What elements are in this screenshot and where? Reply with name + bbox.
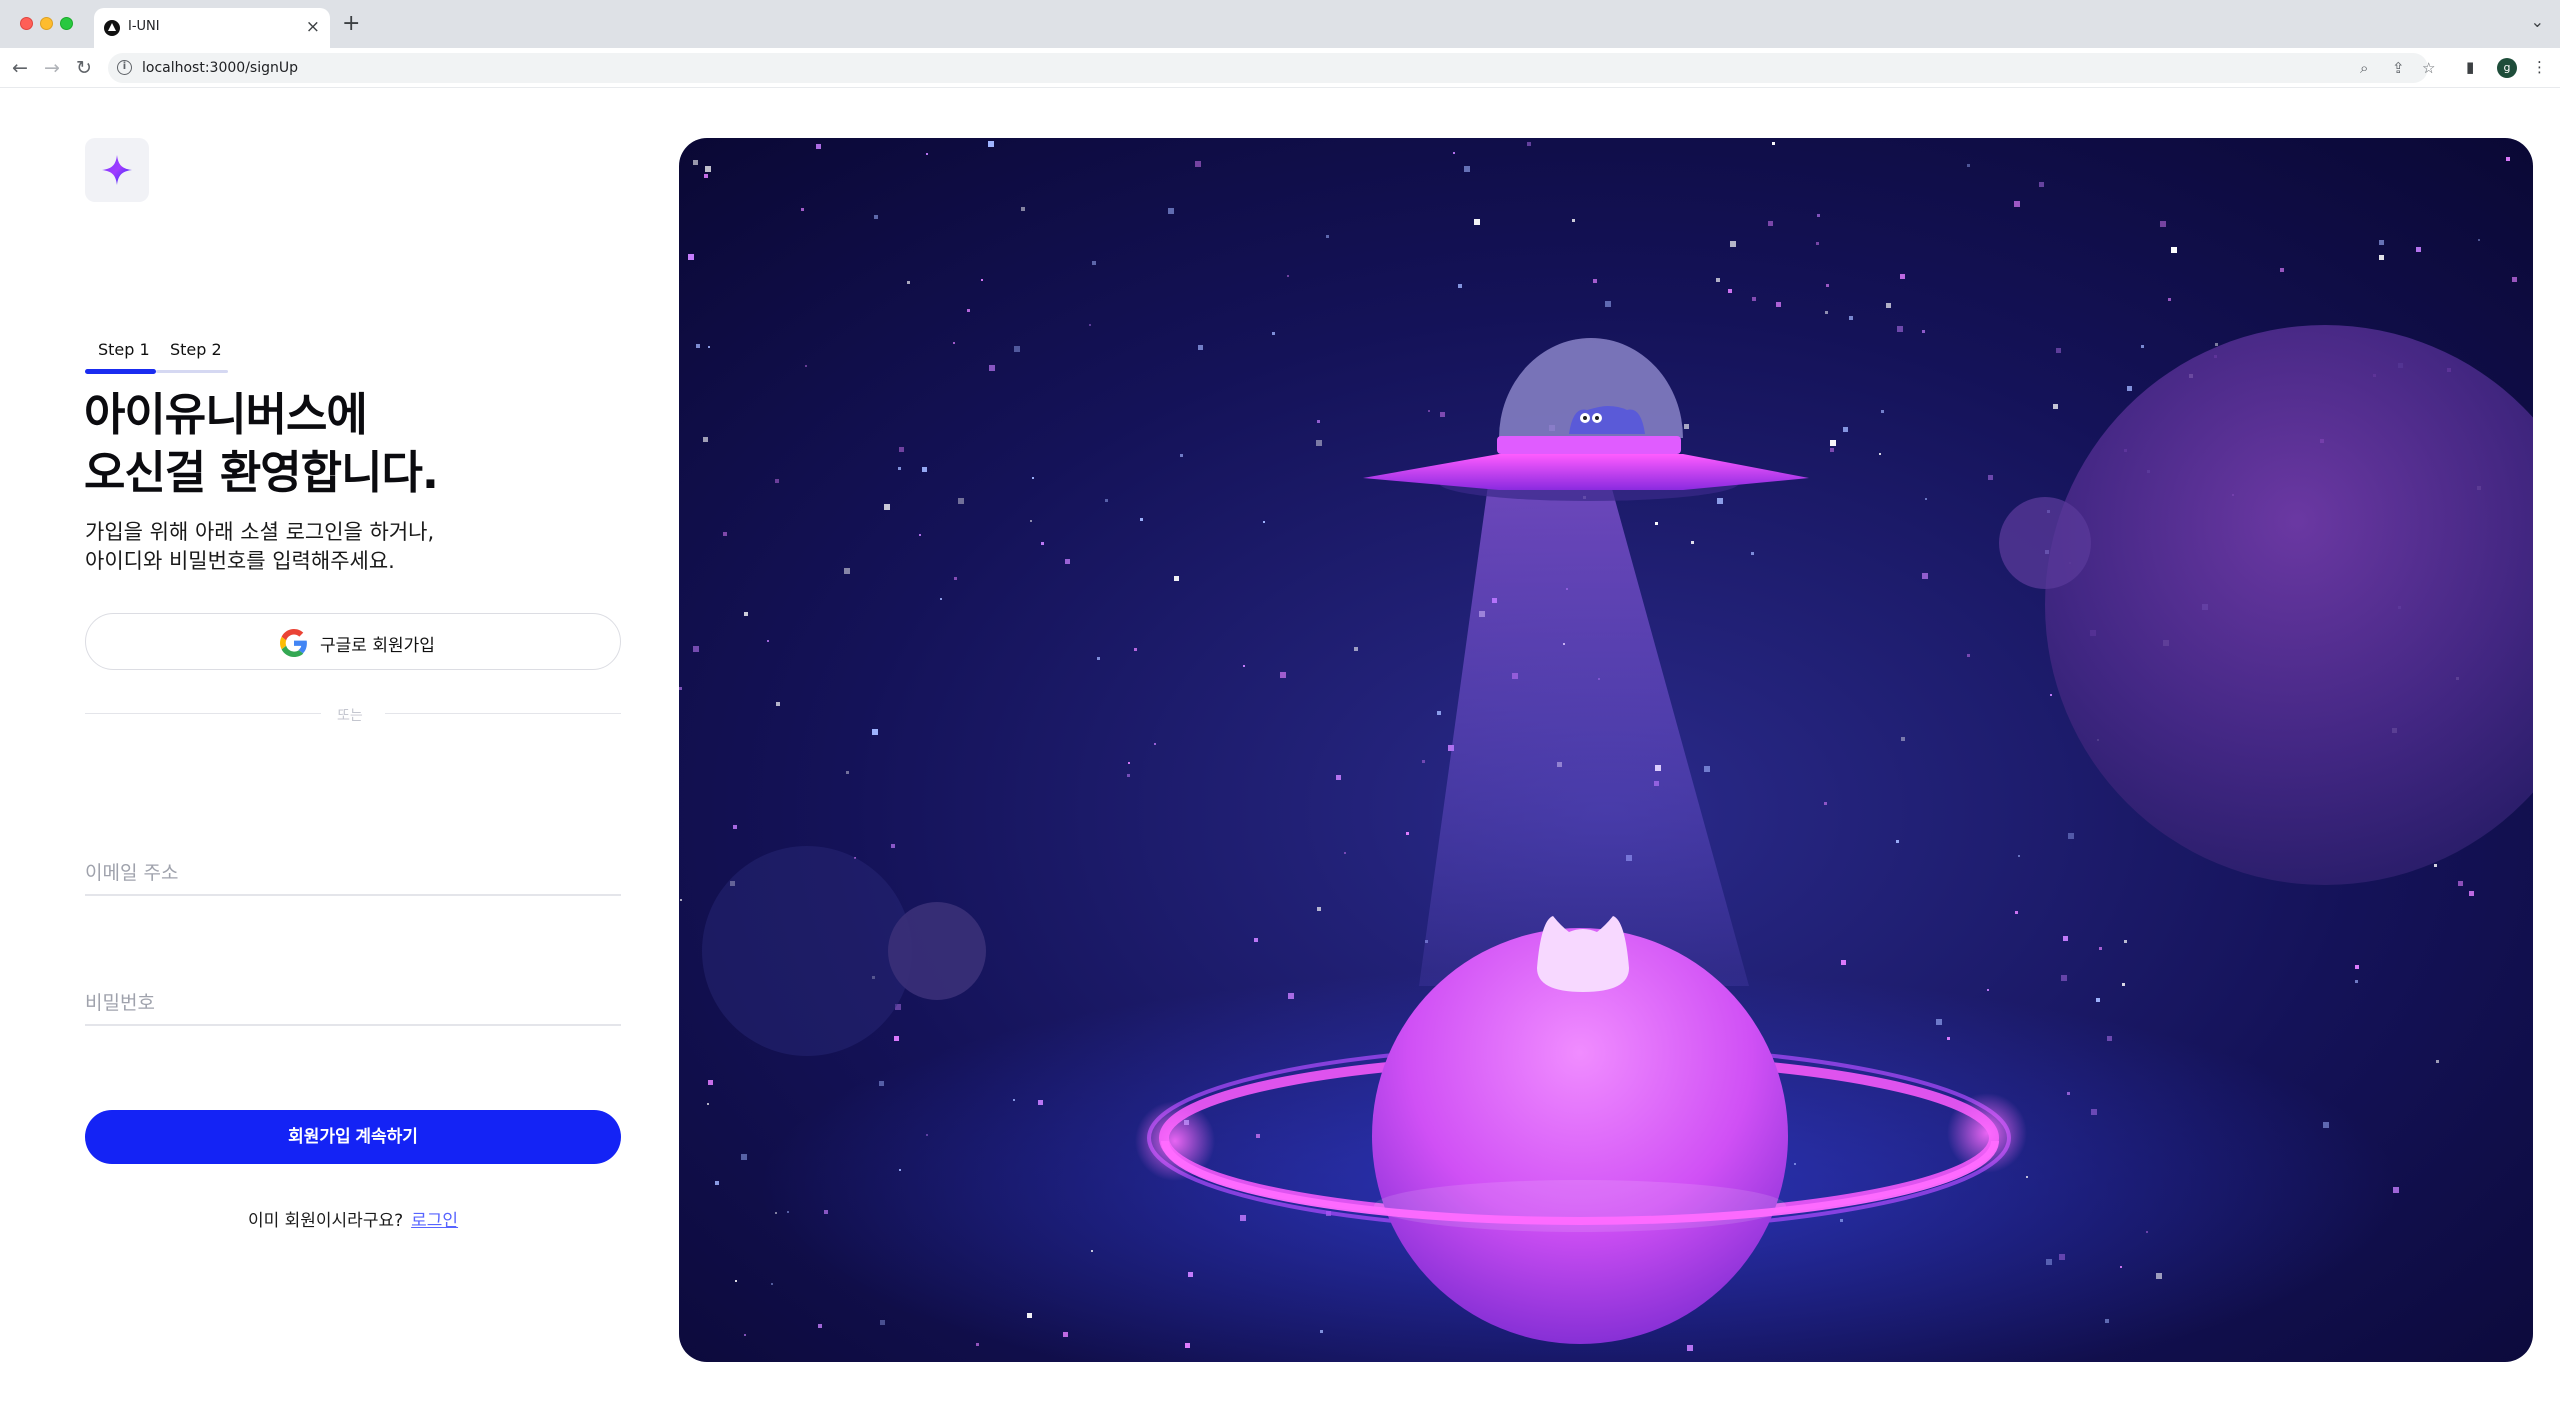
email-field[interactable] xyxy=(85,852,621,896)
menu-kebab-icon[interactable]: ⋮ xyxy=(2532,58,2547,76)
window-close-button[interactable] xyxy=(20,17,33,30)
divider-line-left xyxy=(85,713,321,714)
title-line-1: 아이유니버스에 xyxy=(84,388,368,441)
page-title: 아이유니버스에 오신걸 환영합니다. xyxy=(84,386,439,502)
back-icon[interactable]: ← xyxy=(12,56,28,80)
new-tab-icon[interactable]: + xyxy=(342,12,360,36)
sparkle-logo-icon xyxy=(102,155,132,185)
tab-title: I-UNI xyxy=(128,19,160,34)
login-prompt: 이미 회원이시라구요? 로그인 xyxy=(0,1206,706,1231)
favicon-icon xyxy=(104,20,120,36)
signup-page: Step 1 Step 2 아이유니버스에 오신걸 환영합니다. 가입을 위해 … xyxy=(0,88,2560,1416)
address-bar[interactable]: i localhost:3000/signUp ⌕ ⇪ ☆ xyxy=(108,53,2435,83)
hero-illustration xyxy=(679,138,2533,1362)
url-text[interactable]: localhost:3000/signUp xyxy=(142,60,298,76)
reload-icon[interactable]: ↻ xyxy=(76,56,92,80)
browser-tab[interactable]: I-UNI × xyxy=(94,8,330,48)
step-indicator: Step 1 Step 2 xyxy=(85,340,231,364)
divider-or-text: 또는 xyxy=(337,708,363,724)
step-progress-remaining xyxy=(156,370,228,373)
password-field[interactable] xyxy=(85,982,621,1026)
divider-line-right xyxy=(385,713,621,714)
window-zoom-button[interactable] xyxy=(60,17,73,30)
description-line-2: 아이디와 비밀번호를 입력해주세요. xyxy=(85,549,395,573)
google-icon xyxy=(280,629,307,657)
already-member-text: 이미 회원이시라구요? xyxy=(247,1211,404,1231)
google-signup-label: 구글로 회원가입 xyxy=(320,636,435,656)
forward-icon[interactable]: → xyxy=(44,56,60,80)
app-logo[interactable] xyxy=(85,138,149,202)
tab-search-chevron-icon[interactable]: ⌄ xyxy=(2531,12,2544,31)
description-line-1: 가입을 위해 아래 소셜 로그인을 하거나, xyxy=(85,520,435,544)
side-panel-icon[interactable]: ▮ xyxy=(2466,58,2474,76)
tab-close-icon[interactable]: × xyxy=(306,17,320,37)
space-scene-image xyxy=(679,138,2533,1362)
bookmark-star-icon[interactable]: ☆ xyxy=(2422,59,2435,77)
continue-signup-button[interactable]: 회원가입 계속하기 xyxy=(85,1110,621,1164)
google-signup-button[interactable]: 구글로 회원가입 xyxy=(85,613,621,670)
page-description: 가입을 위해 아래 소셜 로그인을 하거나, 아이디와 비밀번호를 입력해주세요… xyxy=(85,518,434,576)
step-1-label: Step 1 xyxy=(98,340,150,359)
browser-tab-bar: I-UNI × + ⌄ xyxy=(0,0,2560,48)
profile-avatar[interactable]: g xyxy=(2497,58,2517,78)
site-info-icon[interactable]: i xyxy=(117,60,132,75)
title-line-2: 오신걸 환영합니다. xyxy=(84,446,439,499)
window-minimize-button[interactable] xyxy=(40,17,53,30)
step-2-label: Step 2 xyxy=(170,340,222,359)
share-icon[interactable]: ⇪ xyxy=(2392,59,2405,77)
step-progress-active xyxy=(85,369,156,374)
login-link[interactable]: 로그인 xyxy=(411,1211,458,1231)
zoom-icon[interactable]: ⌕ xyxy=(2360,59,2368,77)
browser-toolbar: ← → ↻ i localhost:3000/signUp ⌕ ⇪ ☆ ▮ g … xyxy=(0,48,2560,88)
